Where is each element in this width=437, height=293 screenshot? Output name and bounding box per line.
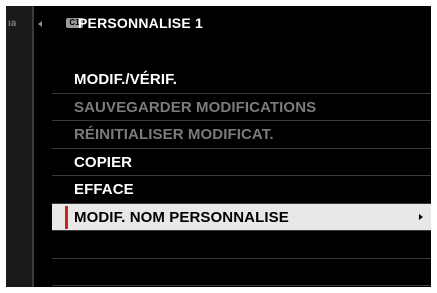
menu-item-label: RÉINITIALISER MODIFICAT.	[74, 126, 274, 143]
menu-item-label: MODIF. NOM PERSONNALISE	[74, 208, 289, 226]
menu-item-label: COPIER	[74, 153, 133, 171]
menu-spacer-row	[52, 52, 431, 66]
side-tab-divider	[32, 6, 34, 287]
menu-item-efface[interactable]: EFFACE	[52, 176, 431, 204]
menu-item-copier[interactable]: COPIER	[52, 149, 431, 176]
menu-item-modif-verif[interactable]: MODIF./VÉRIF.	[52, 66, 431, 94]
menu-list: MODIF./VÉRIF. SAUVEGARDER MODIFICATIONS …	[52, 52, 431, 286]
selection-marker	[65, 205, 68, 229]
side-tab-label: ıa	[8, 18, 17, 29]
menu-item-reinitialiser-modificat[interactable]: RÉINITIALISER MODIFICAT.	[52, 121, 431, 149]
chevron-left-icon	[38, 21, 42, 27]
chevron-right-icon	[419, 213, 423, 220]
menu-item-sauvegarder-modifications[interactable]: SAUVEGARDER MODIFICATIONS	[52, 94, 431, 121]
menu-item-label: MODIF./VÉRIF.	[74, 71, 177, 88]
side-tab[interactable]: ıa	[6, 6, 32, 287]
menu-item-label: EFFACE	[74, 181, 134, 198]
camera-menu-screen: ıa C1 PERSONNALISE 1 MODIF./VÉRIF. SAUVE…	[6, 6, 431, 287]
menu-empty-row	[52, 259, 431, 286]
menu-item-modif-nom-personnalise[interactable]: MODIF. NOM PERSONNALISE	[52, 203, 431, 231]
page-title: PERSONNALISE 1	[78, 15, 203, 31]
menu-empty-row	[52, 231, 431, 259]
menu-item-label: SAUVEGARDER MODIFICATIONS	[74, 98, 317, 116]
